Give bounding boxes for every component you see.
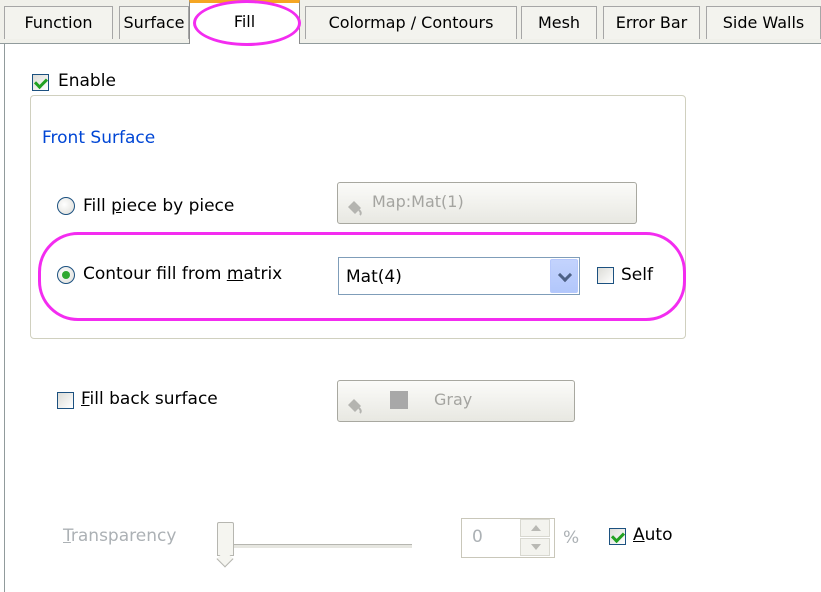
transparency-value: 0 [472, 527, 483, 547]
map-button[interactable]: Map:Mat(1) [337, 182, 637, 224]
enable-checkbox[interactable] [32, 74, 49, 91]
tab-colormap-contours[interactable]: Colormap / Contours [305, 6, 517, 39]
spin-down-button[interactable] [520, 538, 550, 556]
contour-fill-label: Contour fill from matrix [83, 264, 283, 284]
fill-piece-label: Fill piece by piece [83, 196, 235, 216]
gray-button[interactable]: Gray [337, 380, 575, 422]
spin-up-icon [531, 525, 541, 531]
gray-color-swatch [390, 391, 408, 409]
transparency-slider-thumb[interactable] [217, 522, 234, 556]
chevron-down-icon[interactable] [550, 259, 578, 293]
tab-strip: Function Surface Fill Colormap / Contour… [0, 0, 821, 44]
auto-checkbox[interactable] [609, 528, 626, 545]
tab-underline [0, 43, 821, 44]
tab-function[interactable]: Function [4, 6, 113, 39]
fill-piece-radio[interactable] [57, 197, 75, 215]
transparency-label: Transparency [63, 526, 177, 546]
matrix-combo-value: Mat(4) [346, 267, 402, 287]
paint-bucket-icon [346, 391, 364, 414]
self-label: Self [621, 265, 653, 285]
fill-tab-highlight [193, 0, 301, 46]
transparency-slider-track[interactable] [222, 544, 412, 549]
spin-down-icon [531, 544, 541, 550]
percent-label: % [563, 528, 580, 548]
paint-bucket-icon [346, 193, 364, 216]
tab-side-walls[interactable]: Side Walls [706, 6, 821, 39]
tab-mesh[interactable]: Mesh [521, 6, 597, 39]
self-checkbox[interactable] [597, 267, 614, 284]
front-surface-title: Front Surface [38, 128, 160, 148]
gray-button-label: Gray [434, 390, 473, 409]
spin-up-button[interactable] [520, 519, 550, 537]
fill-back-label: Fill back surface [81, 389, 218, 409]
fill-back-checkbox[interactable] [57, 392, 74, 409]
map-button-label: Map:Mat(1) [372, 192, 464, 211]
tab-surface[interactable]: Surface [119, 6, 189, 39]
contour-fill-radio[interactable] [57, 266, 75, 284]
enable-label: Enable [58, 71, 116, 91]
matrix-combo[interactable]: Mat(4) [338, 257, 580, 295]
auto-label: Auto [633, 525, 673, 545]
tab-error-bar[interactable]: Error Bar [603, 6, 700, 39]
